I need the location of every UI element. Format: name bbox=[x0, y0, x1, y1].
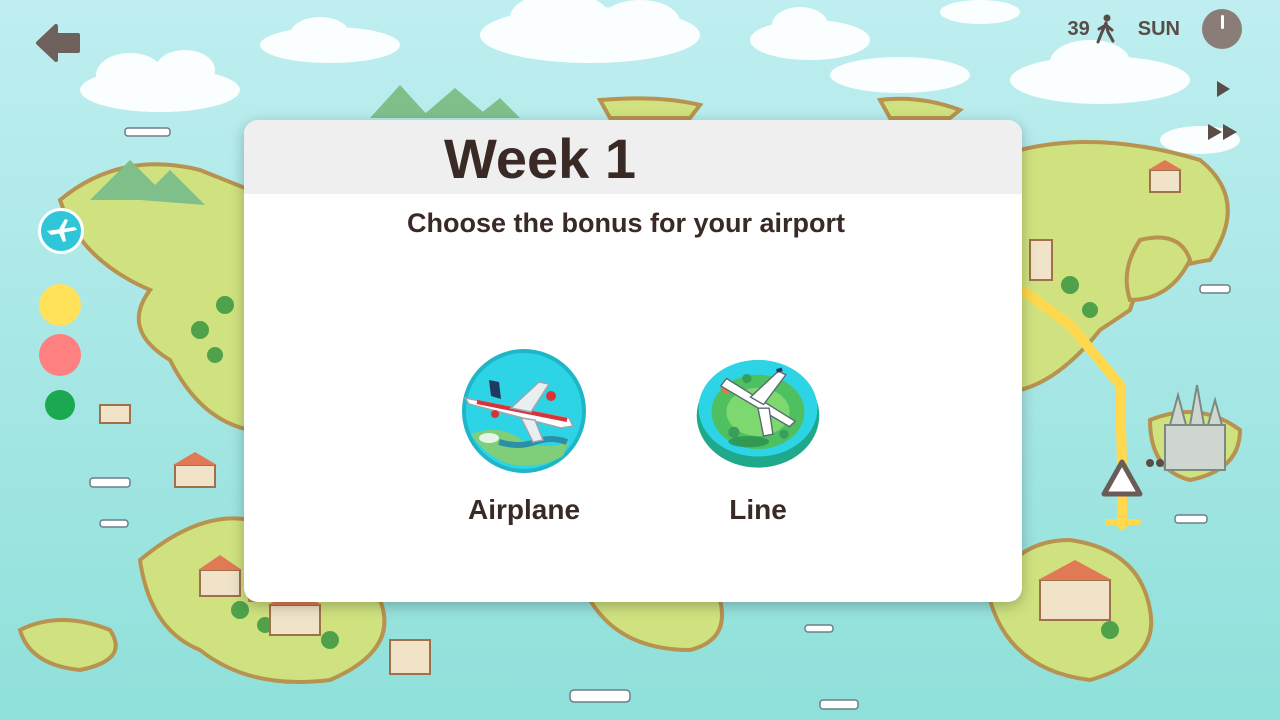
play-icon[interactable] bbox=[1212, 78, 1234, 100]
hud-status: 39 SUN bbox=[1068, 8, 1242, 50]
passenger-count: 39 bbox=[1067, 17, 1090, 40]
dialog-title: Week 1 bbox=[444, 127, 636, 190]
bonus-option-airplane[interactable]: Airplane bbox=[454, 346, 594, 526]
clock-icon[interactable] bbox=[1202, 9, 1242, 49]
line-picker-green[interactable] bbox=[45, 390, 75, 420]
bonus-dialog: Week 1 Choose the bonus for your airport… bbox=[244, 120, 1022, 602]
line-picker-airplane[interactable] bbox=[38, 208, 84, 254]
back-arrow-icon[interactable] bbox=[34, 22, 82, 64]
dialog-header: Week 1 bbox=[244, 120, 1022, 194]
walking-person-icon bbox=[1096, 14, 1115, 44]
dialog-subtitle: Choose the bonus for your airport bbox=[406, 208, 845, 238]
line-picker-red[interactable] bbox=[39, 334, 81, 376]
bonus-option-line[interactable]: Line bbox=[688, 346, 828, 526]
line-picker-yellow[interactable] bbox=[39, 284, 81, 326]
airplane-icon bbox=[47, 219, 77, 242]
passenger-counter: 39 bbox=[1068, 14, 1116, 44]
airport-line-icon bbox=[696, 359, 820, 468]
day-label: SUN bbox=[1137, 17, 1180, 40]
bonus-option-label: Airplane bbox=[467, 494, 581, 525]
fast-forward-icon[interactable] bbox=[1206, 120, 1240, 144]
airplane-icon bbox=[462, 349, 586, 473]
bonus-option-label: Line bbox=[729, 494, 787, 525]
